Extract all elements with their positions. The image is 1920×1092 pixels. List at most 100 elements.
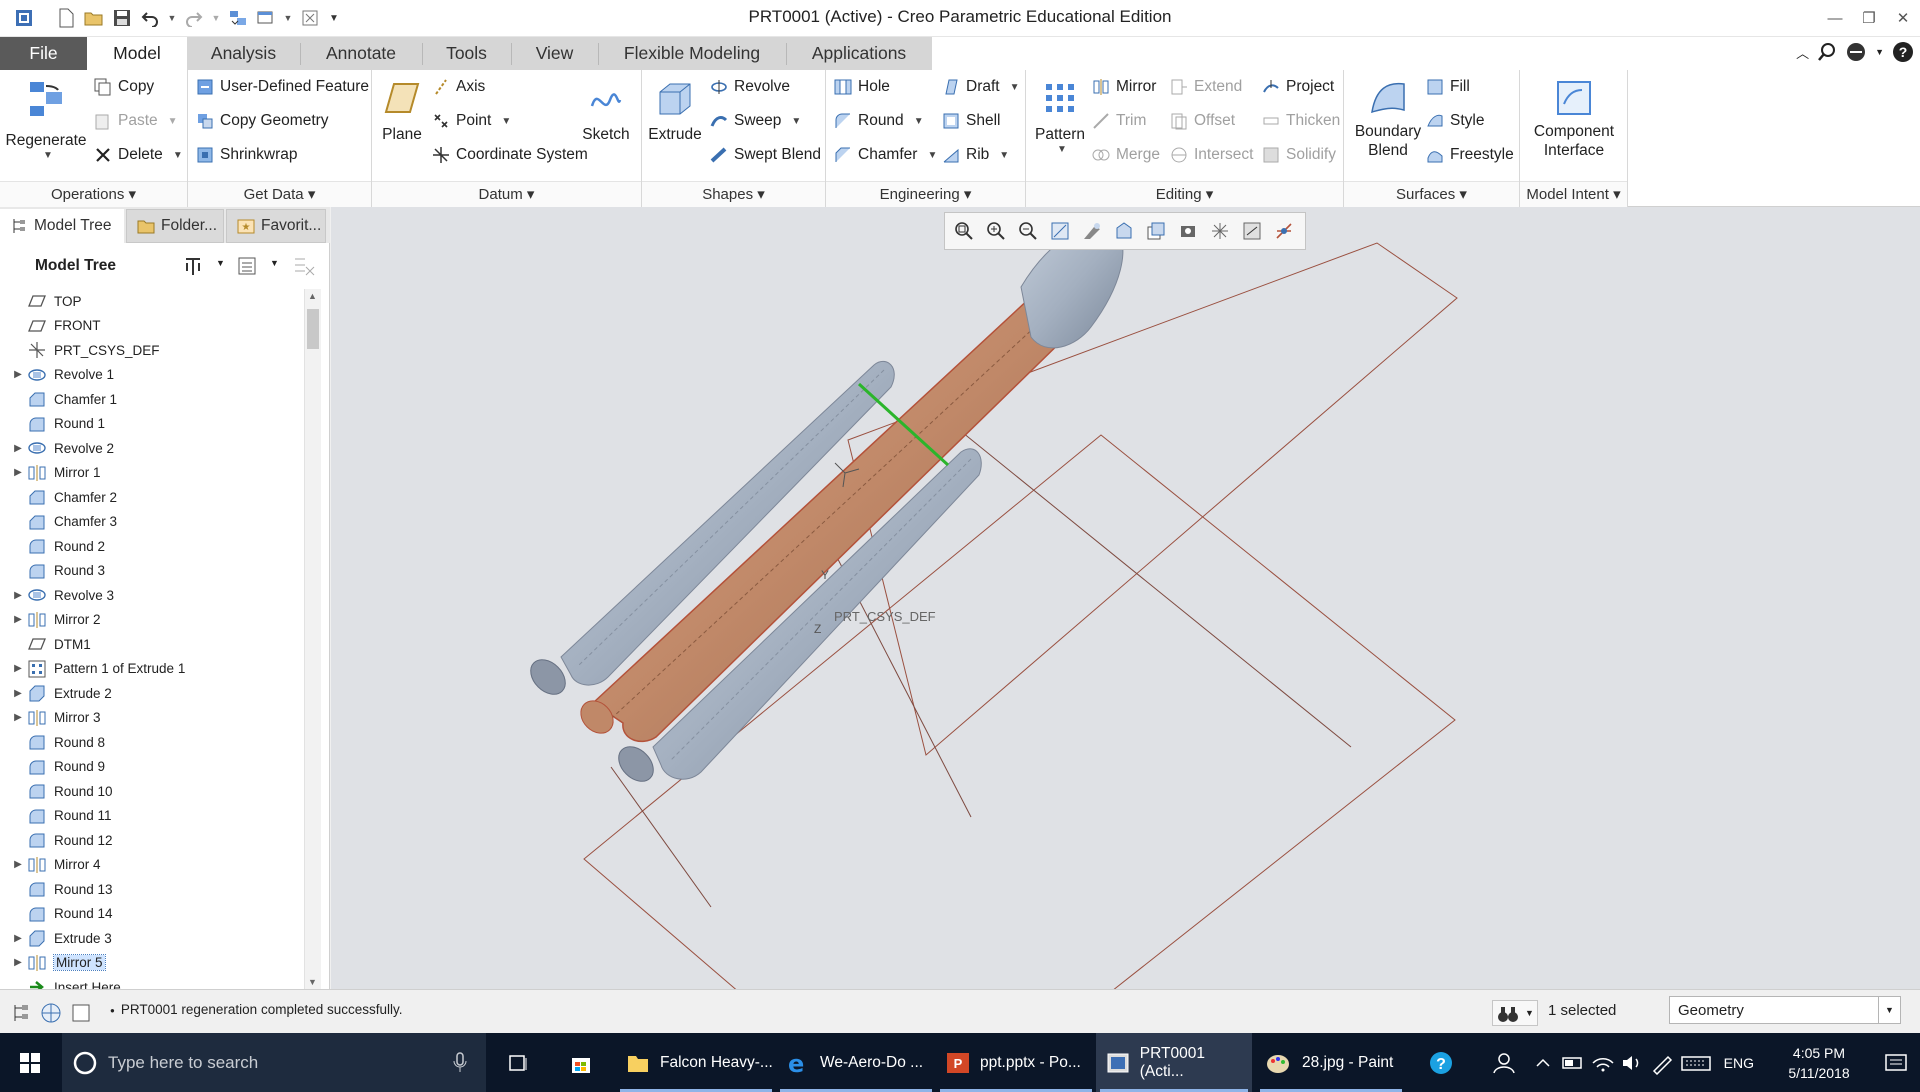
fill-button[interactable]: Fill [1426, 78, 1470, 96]
tree-item-revolve-1[interactable]: ▶ Revolve 1 [10, 363, 114, 387]
group-label-shapes[interactable]: Shapes ▾ [642, 181, 825, 207]
axis-button[interactable]: Axis [432, 78, 485, 96]
tree-item-chamfer-2[interactable]: Chamfer 2 [10, 485, 117, 509]
tab-folder-browser[interactable]: Folder... [126, 209, 224, 243]
expand-arrow-icon[interactable]: ▶ [10, 859, 26, 870]
scroll-up-icon[interactable]: ▲ [308, 291, 317, 301]
expand-arrow-icon[interactable]: ▶ [10, 614, 26, 625]
zoom-out-icon[interactable] [1015, 218, 1041, 244]
group-label-datum[interactable]: Datum ▾ [372, 181, 641, 207]
expand-arrow-icon[interactable]: ▶ [10, 663, 26, 674]
tree-item-chamfer-1[interactable]: Chamfer 1 [10, 387, 117, 411]
solidify-button[interactable]: Solidify [1262, 146, 1336, 164]
show-list-icon[interactable] [236, 255, 258, 277]
community-icon[interactable] [1845, 42, 1867, 62]
pattern-button[interactable]: Pattern ▼ [1032, 78, 1088, 155]
display-style-icon[interactable] [1079, 218, 1105, 244]
volume-icon[interactable] [1618, 1051, 1648, 1075]
tree-item-round-10[interactable]: Round 10 [10, 779, 113, 803]
full-screen-icon[interactable] [70, 1002, 92, 1024]
project-button[interactable]: Project [1262, 78, 1334, 96]
clock[interactable]: 4:05 PM 5/11/2018 [1764, 1043, 1874, 1083]
expand-arrow-icon[interactable]: ▶ [10, 688, 26, 699]
chevron-up-icon[interactable] [1528, 1051, 1558, 1075]
tree-item-round-12[interactable]: Round 12 [10, 828, 113, 852]
community-dropdown-icon[interactable]: ▼ [1875, 47, 1884, 57]
copy-geometry-button[interactable]: Copy Geometry [196, 112, 329, 130]
expand-arrow-icon[interactable]: ▶ [10, 957, 26, 968]
filter-dropdown-icon[interactable]: ▼ [1878, 997, 1900, 1023]
group-label-surfaces[interactable]: Surfaces ▾ [1344, 181, 1519, 207]
freestyle-button[interactable]: Freestyle [1426, 146, 1514, 164]
search-icon[interactable] [1817, 42, 1837, 62]
settings-dropdown-icon[interactable]: ▼ [216, 258, 225, 268]
mirror-button[interactable]: Mirror [1092, 78, 1156, 96]
regenerate-dropdown-icon[interactable]: ▼ [43, 150, 53, 161]
minimize-icon[interactable]: — [1818, 4, 1852, 32]
filter-tree-icon[interactable] [292, 255, 316, 277]
tree-item-pattern-1-of-extrude-1[interactable]: ▶ Pattern 1 of Extrude 1 [10, 657, 185, 681]
model-viewport[interactable]: Y Z PRT_CSYS_DEF [331, 207, 1920, 1092]
graphics-window[interactable]: Y Z PRT_CSYS_DEF [331, 207, 1920, 1092]
rib-button[interactable]: Rib ▼ [942, 146, 1009, 164]
sketch-button[interactable]: Sketch [578, 78, 634, 144]
perspective-view-icon[interactable] [1175, 218, 1201, 244]
taskbar-item-paint[interactable]: 28.jpg - Paint [1256, 1033, 1406, 1092]
paste-button[interactable]: Paste ▼ [94, 112, 178, 130]
point-button[interactable]: Point ▼ [432, 112, 511, 130]
trim-button[interactable]: Trim [1092, 112, 1146, 130]
tree-item-chamfer-3[interactable]: Chamfer 3 [10, 510, 117, 534]
settings-tools-icon[interactable] [182, 255, 204, 277]
tab-model-tree[interactable]: Model Tree [0, 209, 124, 243]
expand-arrow-icon[interactable]: ▶ [10, 590, 26, 601]
sweep-button[interactable]: Sweep ▼ [710, 112, 801, 130]
tree-item-front[interactable]: FRONT [10, 314, 101, 338]
browser-toggle-icon[interactable] [40, 1002, 62, 1024]
thicken-button[interactable]: Thicken [1262, 112, 1340, 130]
refit-icon[interactable] [951, 218, 977, 244]
repaint-icon[interactable] [1047, 218, 1073, 244]
tree-item-prt-csys-def[interactable]: PRT_CSYS_DEF [10, 338, 160, 362]
taskbar-item-powerpoint[interactable]: P ppt.pptx - Po... [936, 1033, 1096, 1092]
taskbar-item-creo[interactable]: PRT0001 (Acti... [1096, 1033, 1252, 1092]
tree-scrollbar[interactable]: ▲ ▼ [304, 289, 321, 989]
scroll-down-icon[interactable]: ▼ [308, 977, 317, 987]
zoom-in-icon[interactable] [983, 218, 1009, 244]
tab-view[interactable]: View [511, 37, 598, 70]
battery-icon[interactable] [1558, 1051, 1588, 1075]
swept-blend-button[interactable]: Swept Blend [710, 146, 821, 164]
merge-button[interactable]: Merge [1092, 146, 1160, 164]
language-indicator[interactable]: ENG [1724, 1055, 1754, 1071]
people-icon[interactable] [1484, 1051, 1528, 1075]
minimize-ribbon-icon[interactable]: ︿ [1796, 43, 1809, 62]
center-core-highlighted[interactable] [591, 296, 1078, 743]
coordinate-system-button[interactable]: Coordinate System [432, 146, 588, 164]
spin-center-icon[interactable] [1271, 218, 1297, 244]
tree-item-round-9[interactable]: Round 9 [10, 755, 105, 779]
tree-item-insert-here[interactable]: Insert Here [10, 975, 121, 989]
tree-item-mirror-5[interactable]: ▶ Mirror 5 [10, 951, 106, 975]
tab-file[interactable]: File [0, 37, 87, 70]
scroll-thumb[interactable] [307, 309, 319, 349]
tree-item-mirror-2[interactable]: ▶ Mirror 2 [10, 608, 101, 632]
tab-applications[interactable]: Applications [786, 37, 932, 70]
tab-annotate[interactable]: Annotate [300, 37, 422, 70]
group-label-editing[interactable]: Editing ▾ [1026, 181, 1343, 207]
round-button[interactable]: Round ▼ [834, 112, 924, 130]
plane-button[interactable]: Plane [378, 78, 426, 144]
expand-arrow-icon[interactable]: ▶ [10, 443, 26, 454]
tree-item-round-13[interactable]: Round 13 [10, 877, 113, 901]
tab-tools[interactable]: Tools [422, 37, 511, 70]
group-label-operations[interactable]: Operations ▾ [0, 181, 187, 207]
tree-item-round-3[interactable]: Round 3 [10, 559, 105, 583]
udf-button[interactable]: User-Defined Feature [196, 78, 369, 96]
extend-button[interactable]: Extend [1170, 78, 1242, 96]
tree-item-extrude-2[interactable]: ▶ Extrude 2 [10, 681, 112, 705]
help-app-button[interactable]: ? [1420, 1033, 1462, 1092]
taskbar-item-edge[interactable]: e We-Aero-Do ... [776, 1033, 936, 1092]
extrude-button[interactable]: Extrude [646, 78, 704, 144]
tree-item-revolve-3[interactable]: ▶ Revolve 3 [10, 583, 114, 607]
hole-button[interactable]: Hole [834, 78, 890, 96]
view-manager-icon[interactable] [1143, 218, 1169, 244]
shrinkwrap-button[interactable]: Shrinkwrap [196, 146, 298, 164]
